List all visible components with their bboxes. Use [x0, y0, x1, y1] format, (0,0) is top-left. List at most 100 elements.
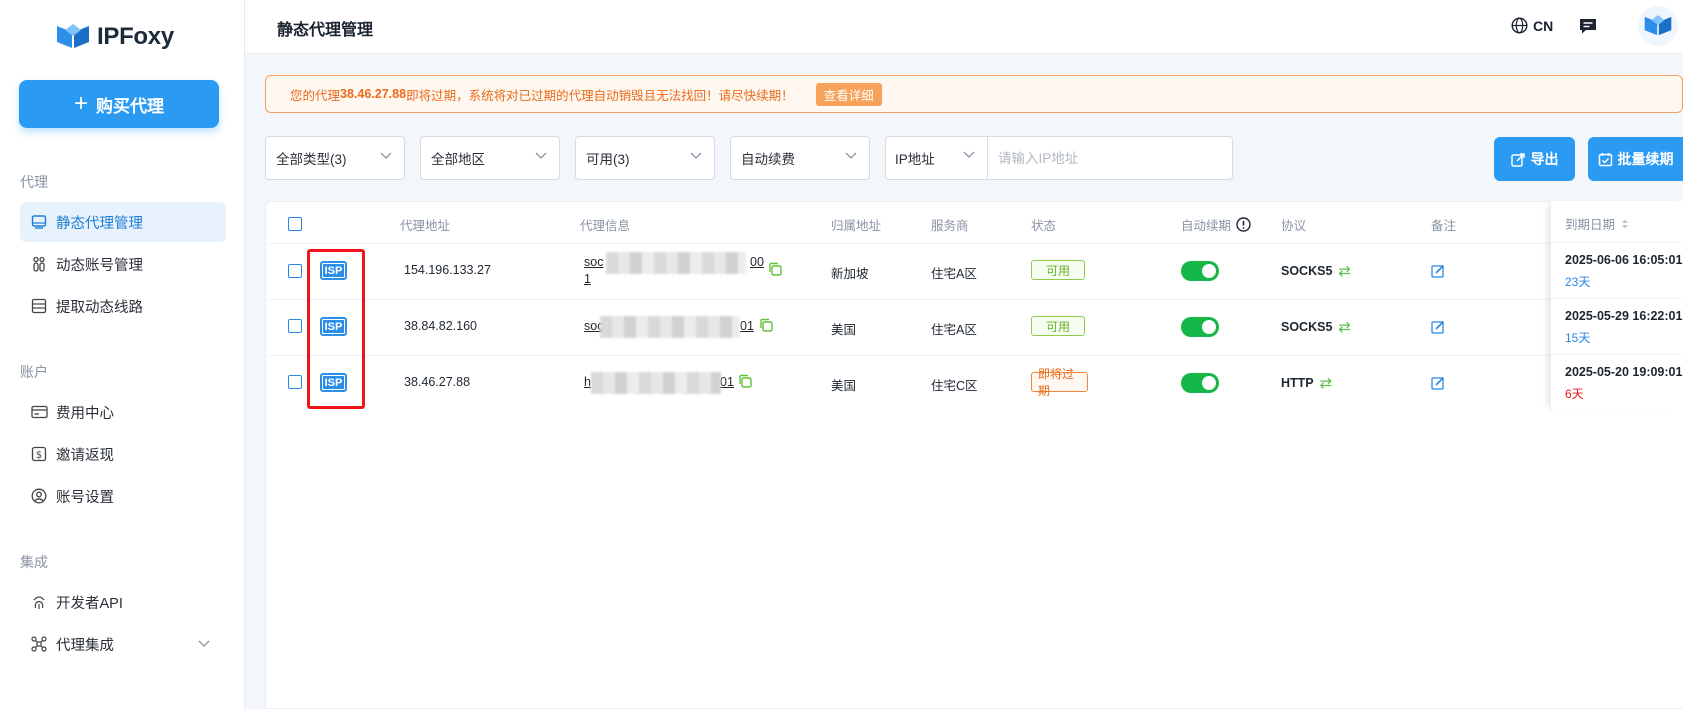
column-header-address: 代理地址 — [400, 219, 451, 233]
card-icon — [30, 403, 48, 421]
row-checkbox[interactable] — [288, 375, 302, 389]
batch-renew-button[interactable]: 批量续期 — [1588, 137, 1683, 181]
auto-renew-filter-value: 自动续费 — [741, 152, 795, 167]
buy-proxy-button[interactable]: + 购买代理 — [19, 80, 219, 128]
warning-prefix: 您的代理 — [290, 88, 341, 103]
sidebar-item-label: 动态账号管理 — [56, 257, 143, 274]
section-label-integration: 集成 — [20, 554, 48, 570]
sidebar-item-label: 静态代理管理 — [56, 215, 143, 232]
proxy-info-end[interactable]: 01 — [740, 319, 754, 333]
swap-icon[interactable]: ⇄ — [1338, 318, 1351, 336]
proxy-info-start[interactable]: soc — [584, 255, 603, 269]
location: 美国 — [831, 379, 857, 393]
auto-renew-toggle[interactable] — [1181, 317, 1219, 337]
export-label: 导出 — [1530, 151, 1559, 167]
sidebar-item-label: 代理集成 — [56, 637, 114, 654]
expiry-warning-banner: 您的代理 38.46.27.88 即将过期，系统将对已过期的代理自动销毁且无法找回… — [265, 75, 1683, 113]
chevron-down-icon — [845, 152, 857, 159]
row-checkbox[interactable] — [288, 264, 302, 278]
row-divider — [266, 299, 1683, 300]
export-button[interactable]: 导出 — [1494, 137, 1575, 181]
batch-renew-label: 批量续期 — [1617, 151, 1674, 167]
auto-renew-toggle[interactable] — [1181, 261, 1219, 281]
isp-highlight-box — [307, 249, 365, 409]
sidebar-item-label: 费用中心 — [56, 405, 114, 422]
swap-icon[interactable]: ⇄ — [1320, 374, 1333, 392]
edit-note-icon[interactable] — [1431, 320, 1445, 334]
chevron-down-icon — [535, 152, 547, 159]
status-filter-select[interactable]: 可用(3) — [575, 136, 715, 180]
row-checkbox[interactable] — [288, 319, 302, 333]
sidebar-item-proxy-integration[interactable]: 代理集成 — [20, 624, 226, 664]
network-icon — [30, 635, 48, 653]
swap-icon[interactable]: ⇄ — [1338, 262, 1351, 280]
info-icon[interactable] — [1236, 217, 1251, 232]
fox-avatar-icon — [1644, 15, 1672, 36]
column-header-protocol: 协议 — [1281, 219, 1307, 233]
section-label-proxy: 代理 — [20, 174, 48, 190]
region-filter-select[interactable]: 全部地区 — [420, 136, 560, 180]
copy-icon[interactable] — [768, 262, 782, 276]
proxy-table: 代理地址 代理信息 归属地址 服务商 状态 自动续期 协议 备注 ISP 154… — [265, 201, 1683, 709]
expiry-column: 到期日期 2025-06-06 16:05:01 23天 2025-05-29 … — [1550, 201, 1683, 411]
buy-proxy-label: 购买代理 — [96, 96, 164, 116]
language-switcher[interactable]: CN — [1511, 17, 1553, 34]
sidebar-item-label: 开发者API — [56, 595, 123, 612]
redacted-proxy-info — [606, 252, 746, 274]
provider: 住宅A区 — [931, 267, 977, 281]
protocol-label: SOCKS5 — [1281, 320, 1333, 334]
auto-renew-toggle[interactable] — [1181, 373, 1219, 393]
proxy-info-end[interactable]: 00 — [750, 255, 764, 269]
auto-renew-header-label: 自动续期 — [1181, 219, 1232, 233]
expiry-date: 2025-05-20 19:09:01 — [1565, 365, 1683, 379]
redacted-proxy-info — [591, 372, 721, 394]
ip-search-input[interactable] — [989, 137, 1232, 179]
sidebar: IPFoxy + 购买代理 代理 静态代理管理 动态账号管理 提取动态线路 账户… — [0, 0, 245, 709]
fingerprint-icon — [30, 593, 48, 611]
column-header-expiry[interactable]: 到期日期 — [1565, 214, 1629, 233]
chevron-down-icon[interactable] — [198, 636, 210, 652]
sidebar-item-account-settings[interactable]: 账号设置 — [20, 476, 226, 516]
column-header-provider: 服务商 — [931, 219, 969, 233]
copy-icon[interactable] — [738, 374, 752, 388]
globe-icon — [1511, 17, 1528, 34]
proxy-info-end[interactable]: 01 — [720, 375, 734, 389]
sidebar-item-extract-lines[interactable]: 提取动态线路 — [20, 286, 226, 326]
sidebar-item-developer-api[interactable]: 开发者API — [20, 582, 226, 622]
message-icon[interactable] — [1578, 16, 1598, 41]
logo[interactable]: IPFoxy — [55, 22, 174, 52]
people-icon — [30, 255, 48, 273]
sidebar-item-billing[interactable]: 费用中心 — [20, 392, 226, 432]
view-details-button[interactable]: 查看详细 — [815, 82, 882, 106]
ip-field-value: IP地址 — [895, 152, 935, 167]
proxy-address: 154.196.133.27 — [404, 263, 491, 277]
proxy-info-line2[interactable]: 1 — [584, 272, 591, 286]
ip-field-select[interactable]: IP地址 — [886, 137, 988, 179]
export-icon — [1510, 152, 1525, 167]
section-label-account: 账户 — [20, 364, 48, 380]
sidebar-item-label: 提取动态线路 — [56, 299, 143, 316]
days-remaining: 23天 — [1565, 275, 1591, 289]
edit-note-icon[interactable] — [1431, 376, 1445, 390]
copy-icon[interactable] — [759, 318, 773, 332]
sidebar-item-static-proxy[interactable]: 静态代理管理 — [20, 202, 226, 242]
status-badge: 可用 — [1031, 316, 1085, 336]
sidebar-item-dynamic-account[interactable]: 动态账号管理 — [20, 244, 226, 284]
edit-note-icon[interactable] — [1431, 264, 1445, 278]
column-header-status: 状态 — [1031, 219, 1057, 233]
select-all-checkbox[interactable] — [288, 217, 302, 231]
warning-text: 即将过期，系统将对已过期的代理自动销毁且无法找回！请尽快续期！ — [406, 88, 794, 103]
protocol: SOCKS5 ⇄ — [1281, 318, 1351, 336]
avatar[interactable] — [1638, 6, 1678, 46]
user-icon — [30, 487, 48, 505]
column-header-note: 备注 — [1431, 219, 1457, 233]
proxy-info-start[interactable]: h — [584, 375, 591, 389]
auto-renew-filter-select[interactable]: 自动续费 — [730, 136, 870, 180]
days-remaining: 15天 — [1565, 331, 1591, 345]
sidebar-item-invite[interactable]: $ 邀请返现 — [20, 434, 226, 474]
type-filter-select[interactable]: 全部类型(3) — [265, 136, 405, 180]
sort-icon — [1622, 219, 1629, 228]
language-label: CN — [1533, 17, 1554, 34]
row-divider — [1551, 354, 1683, 355]
provider: 住宅C区 — [931, 379, 978, 393]
